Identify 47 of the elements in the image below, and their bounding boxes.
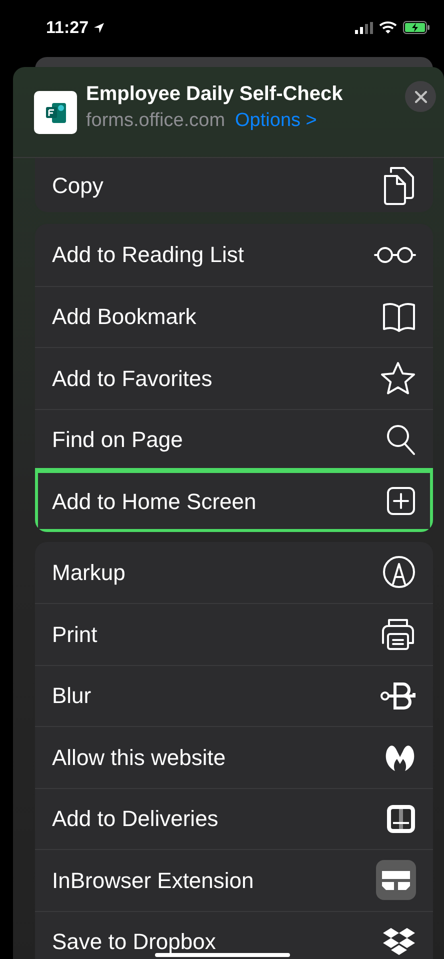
action-row[interactable]: Add to Home Screen [35,470,433,532]
action-row[interactable]: Blur [35,664,433,726]
book-icon [382,302,416,332]
action-row[interactable]: Markup [35,542,433,603]
star-icon [380,361,416,396]
action-label: Print [52,620,98,649]
action-row[interactable]: Add Bookmark [35,286,433,347]
action-label: Blur [52,682,92,710]
glasses-icon [374,244,416,265]
action-label: Allow this website [52,744,226,772]
action-label: Find on Page [52,426,183,454]
copy-icon [382,165,416,205]
battery-charging-icon [403,21,430,34]
printer-icon [380,617,416,652]
action-label: Add to Reading List [52,241,244,270]
action-label: Markup [52,558,126,587]
package-icon [386,804,416,834]
action-row[interactable]: Print [35,603,433,664]
action-row[interactable]: Add to Favorites [35,347,433,408]
page-title: Employee Daily Self-Check [86,82,343,107]
action-row[interactable]: Add to Reading List [35,224,433,286]
action-label: Copy [52,172,104,200]
add-square-icon [386,486,416,516]
wifi-icon [379,21,397,34]
mask-app-icon [376,860,416,900]
location-arrow-icon [92,22,105,34]
action-row[interactable]: Add to Deliveries [35,788,433,849]
action-label: Add Bookmark [52,303,196,332]
action-row[interactable]: Allow this website [35,726,433,788]
key-b-icon [380,680,416,712]
dropbox-icon [382,926,416,957]
action-label: Add to Deliveries [52,805,218,834]
status-time: 11:27 [46,16,89,39]
signal-icon [355,22,373,34]
page-domain: forms.office.com [86,109,226,133]
action-row[interactable]: InBrowser Extension [35,849,433,910]
action-label: Add to Favorites [52,364,212,393]
app-icon [34,91,77,134]
options-link[interactable]: Options > [235,107,317,135]
action-label: Save to Dropbox [52,928,216,956]
action-row[interactable]: Find on Page [35,408,433,470]
action-label: Add to Home Screen [52,488,256,516]
action-row[interactable]: Copy [35,158,433,212]
close-icon [414,90,426,102]
action-label: InBrowser Extension [52,866,254,895]
pen-circle-icon [382,555,416,590]
search-icon [386,424,416,456]
